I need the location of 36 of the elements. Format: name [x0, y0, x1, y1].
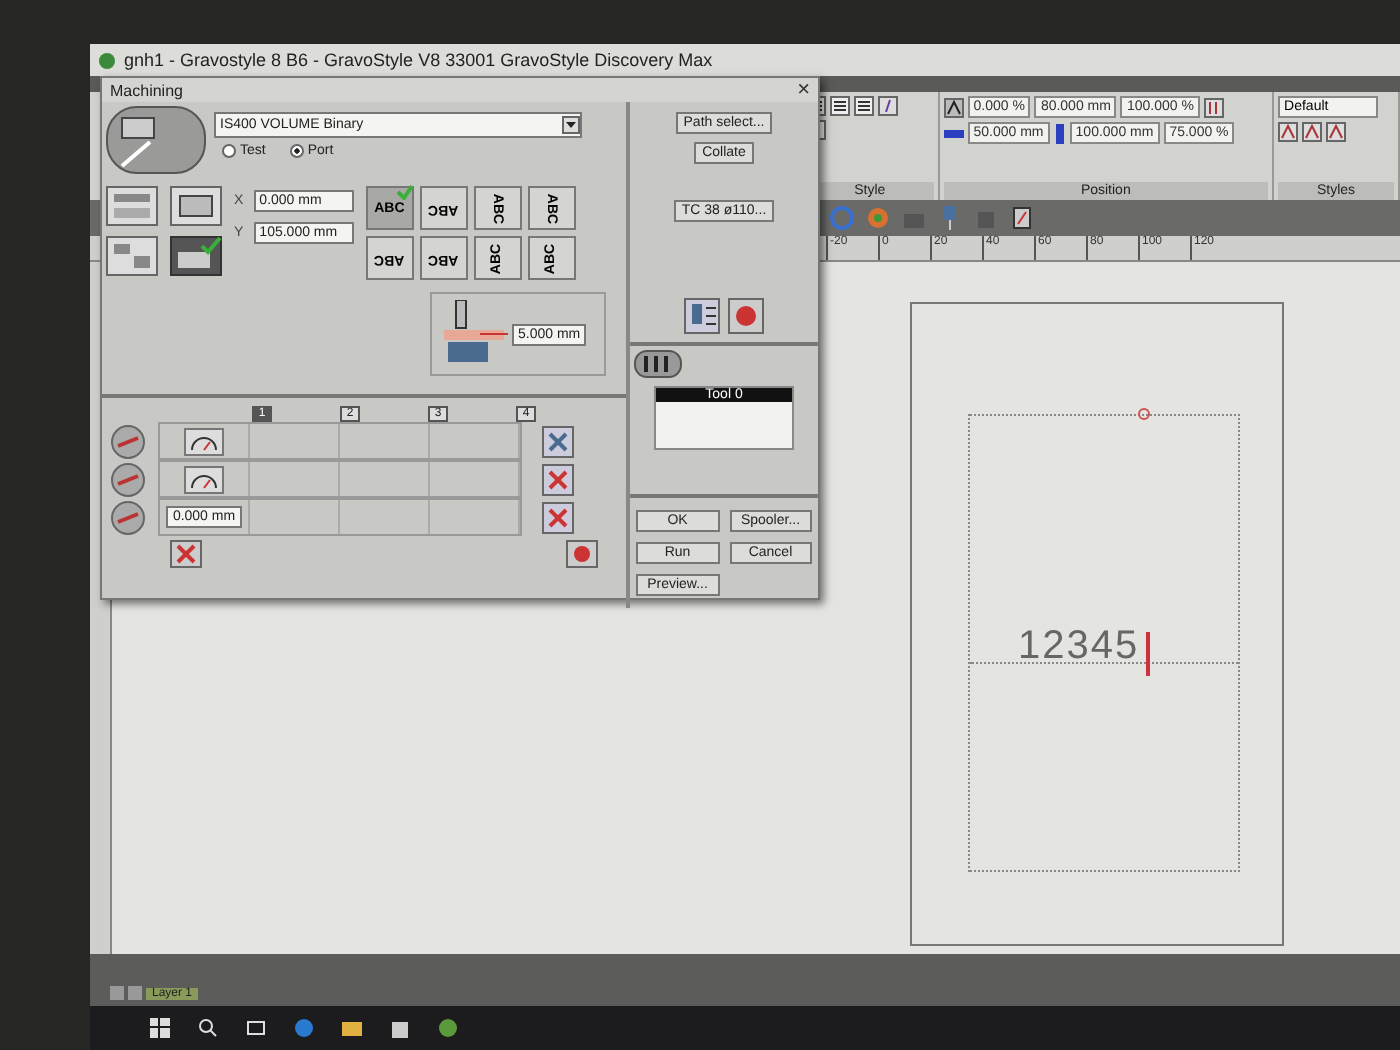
- dialog-title: Machining: [110, 81, 183, 99]
- tool-settings-icon[interactable]: [728, 298, 764, 334]
- align-icon[interactable]: [830, 96, 850, 116]
- height-icon: [1053, 123, 1066, 143]
- color-wheel-icon[interactable]: [866, 206, 890, 230]
- start-icon[interactable]: [150, 1018, 170, 1038]
- checked-layout-icon[interactable]: [170, 236, 222, 276]
- close-button[interactable]: ×: [797, 78, 810, 102]
- stop-icon[interactable]: [566, 540, 598, 568]
- folder-icon[interactable]: [342, 1018, 362, 1038]
- engraving-text[interactable]: 12345: [1018, 624, 1140, 670]
- app-icon[interactable]: [438, 1018, 458, 1038]
- align-icon[interactable]: [854, 96, 874, 116]
- task-view-icon[interactable]: [246, 1018, 266, 1038]
- browser-icon[interactable]: [294, 1018, 314, 1038]
- machine-table-icon[interactable]: [106, 186, 158, 226]
- search-icon[interactable]: [198, 1018, 218, 1038]
- layout-icon[interactable]: [106, 236, 158, 276]
- italic-icon[interactable]: [878, 96, 898, 116]
- tool-list-icon[interactable]: [684, 298, 720, 334]
- reset-icon[interactable]: [170, 540, 202, 568]
- text-cursor: [1146, 632, 1150, 676]
- document-icon[interactable]: [1010, 206, 1034, 230]
- gauge-icon[interactable]: [184, 427, 224, 455]
- app-logo-icon: [98, 51, 116, 69]
- gauge-icon[interactable]: [184, 465, 224, 493]
- radio-button[interactable]: [289, 144, 304, 158]
- radio-button[interactable]: [222, 144, 236, 158]
- tools-tab-icon[interactable]: [634, 350, 682, 378]
- engraver-icon[interactable]: [170, 186, 222, 226]
- window-title: gnh1 - Gravostyle 8 B6 - GravoStyle V8 33001 GravoStyle Discovery Max: [124, 50, 713, 70]
- checkmark-icon: [395, 184, 414, 200]
- cutter-depth-icon: [440, 300, 508, 368]
- dropdown-arrow-icon[interactable]: [562, 116, 580, 134]
- handle-icon[interactable]: [1138, 408, 1150, 420]
- tool-remove-icon[interactable]: [542, 463, 574, 495]
